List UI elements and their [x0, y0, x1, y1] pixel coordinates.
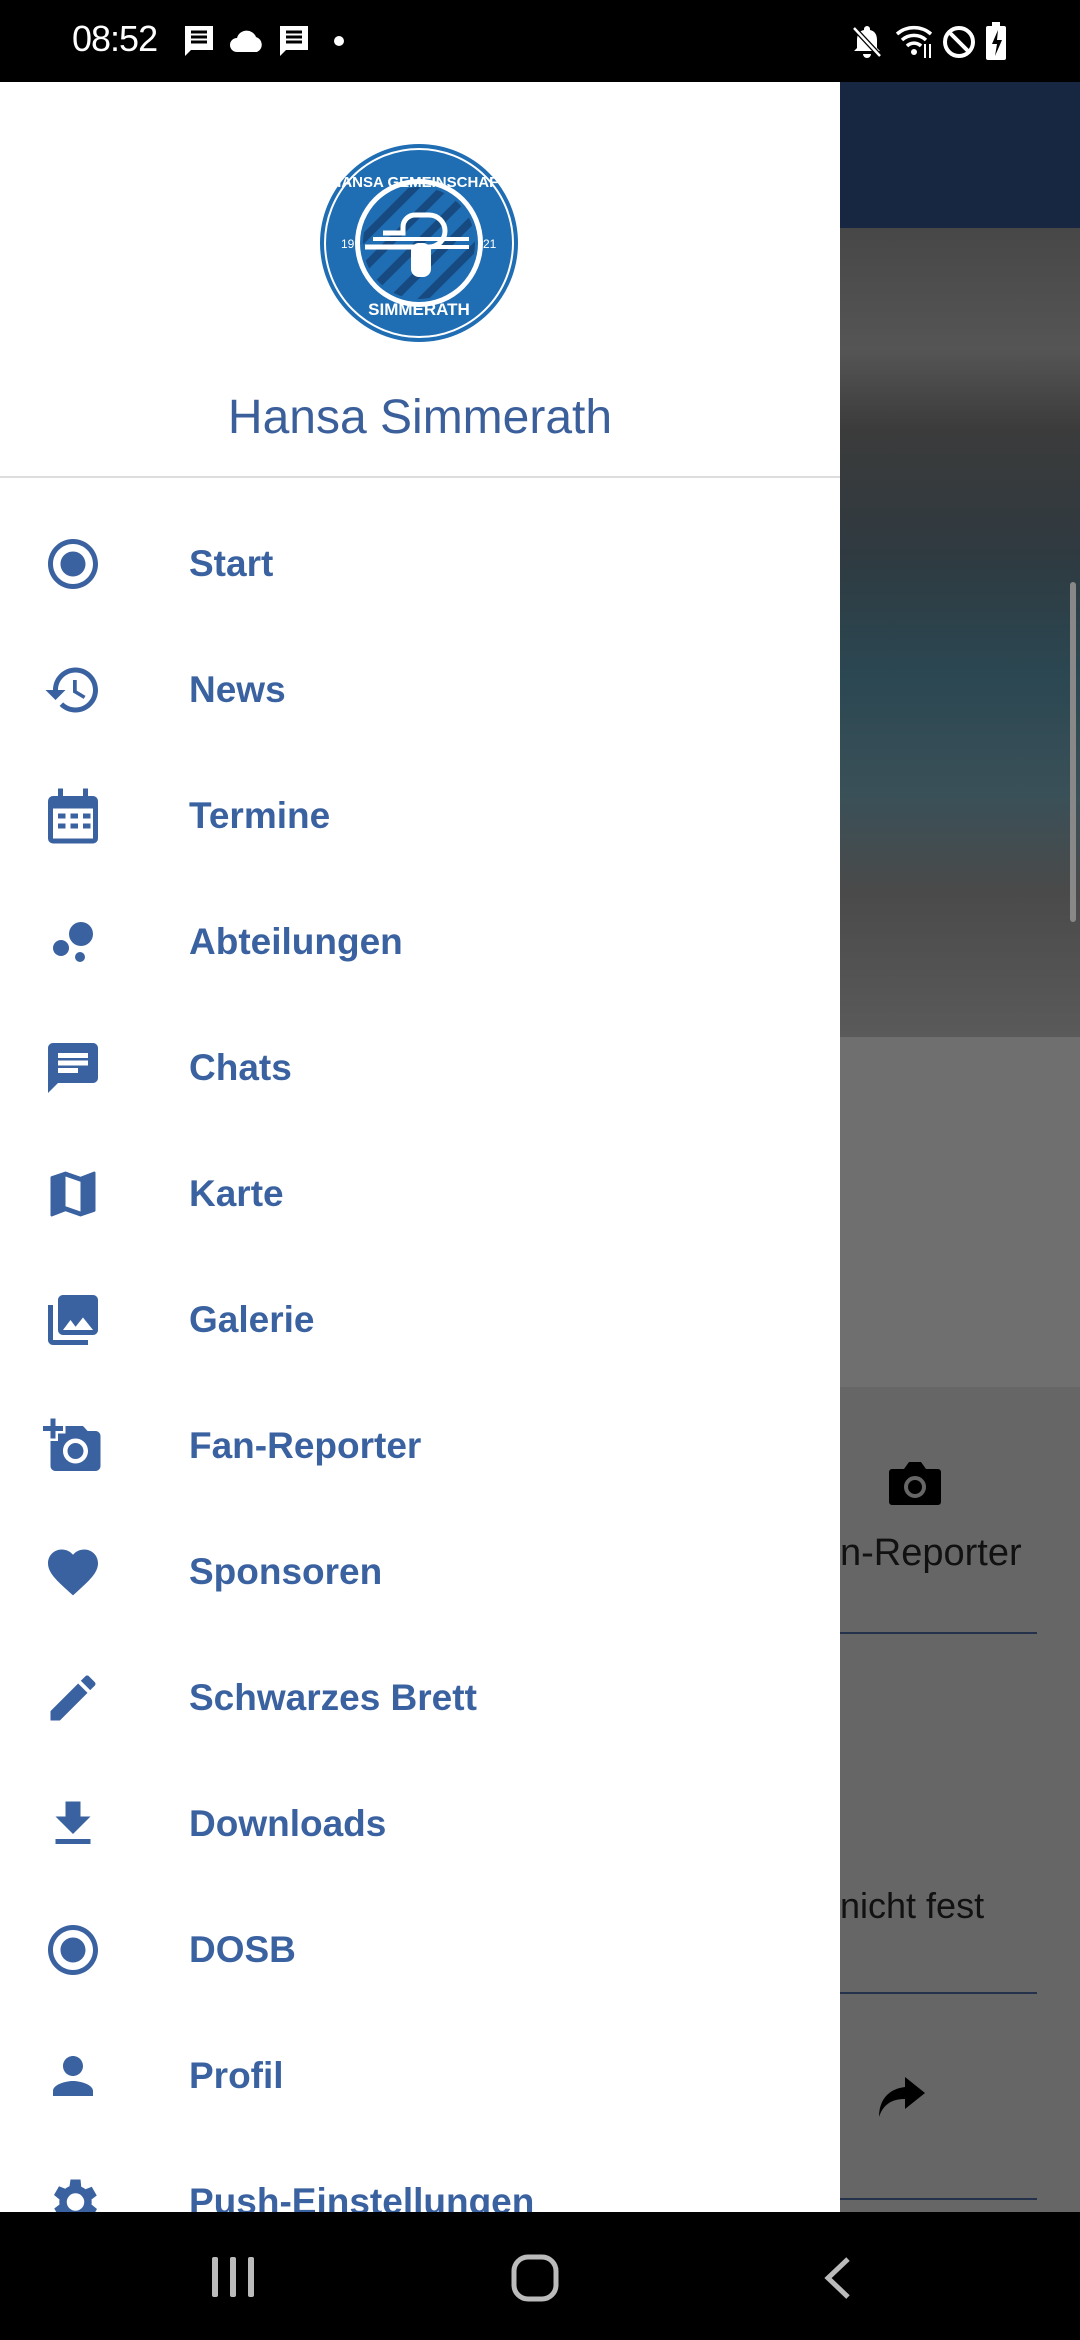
cloud-icon	[230, 30, 262, 52]
menu-item-galerie[interactable]: Galerie	[0, 1257, 840, 1383]
svg-text:21: 21	[483, 237, 497, 251]
share-icon[interactable]	[875, 2077, 925, 2117]
menu-item-label: Chats	[189, 1047, 292, 1088]
back-icon[interactable]	[822, 2256, 852, 2300]
menu-item-sponsoren[interactable]: Sponsoren	[0, 1509, 840, 1635]
radio-checked-icon	[48, 539, 98, 589]
app-header	[840, 82, 1080, 228]
chat-icon	[48, 1043, 98, 1093]
menu-item-label: Abteilungen	[189, 921, 403, 962]
menu-item-label: Schwarzes Brett	[189, 1677, 477, 1718]
message-icon	[185, 26, 213, 56]
wifi-icon	[895, 26, 933, 58]
home-icon[interactable]	[511, 2254, 559, 2302]
drawer-title: Hansa Simmerath	[227, 391, 613, 444]
svg-text:SIMMERATH: SIMMERATH	[368, 300, 470, 319]
heart-icon	[48, 1549, 98, 1596]
bubble-chart-icon	[53, 922, 93, 962]
fan-reporter-button-label[interactable]: n-Reporter	[840, 1532, 1022, 1575]
gear-icon	[54, 2179, 97, 2212]
divider	[840, 2198, 1037, 2200]
divider	[840, 1632, 1037, 1634]
pencil-icon	[50, 1675, 96, 1721]
status-time: 08:52	[72, 18, 158, 59]
menu-item-dosb[interactable]: DOSB	[0, 1887, 840, 2013]
menu-item-label: Push-Einstellungen	[189, 2181, 535, 2212]
calendar-icon	[48, 788, 98, 844]
screen: 08:52 n-Reporter nicht fest HANSA GEMEIN…	[0, 0, 1080, 2340]
menu-item-label: Galerie	[189, 1299, 315, 1340]
underlying-page: n-Reporter nicht fest	[840, 82, 1080, 2212]
add-photo-icon	[43, 1418, 101, 1471]
menu-item-label: Termine	[189, 795, 331, 836]
menu-item-label: Profil	[189, 2055, 284, 2096]
mute-icon	[852, 26, 882, 58]
menu-item-fan-reporter[interactable]: Fan-Reporter	[0, 1383, 840, 1509]
menu-item-label: Karte	[189, 1173, 284, 1214]
photo-library-icon	[48, 1295, 98, 1345]
radio-checked-icon	[48, 1925, 98, 1975]
do-not-disturb-icon	[943, 26, 975, 58]
menu-item-termine[interactable]: Termine	[0, 753, 840, 879]
scrollbar[interactable]	[1070, 582, 1076, 922]
info-text: nicht fest	[840, 1885, 985, 1926]
camera-icon	[889, 1462, 941, 1505]
system-nav-bar	[0, 2212, 1080, 2340]
content-area	[840, 1037, 1080, 1387]
menu-item-chats[interactable]: Chats	[0, 1005, 840, 1131]
menu-item-label: Downloads	[189, 1803, 387, 1844]
club-logo: HANSA GEMEINSCHAFT SIMMERATH 19 21	[320, 144, 518, 342]
divider	[840, 1992, 1037, 1994]
svg-text:HANSA GEMEINSCHAFT: HANSA GEMEINSCHAFT	[331, 174, 508, 191]
menu-item-profil[interactable]: Profil	[0, 2013, 840, 2139]
battery-charging-icon	[986, 22, 1006, 60]
message-icon	[280, 26, 308, 56]
menu-item-start[interactable]: Start	[0, 501, 840, 627]
divider	[0, 476, 840, 478]
recents-icon[interactable]	[210, 2257, 256, 2297]
menu-item-karte[interactable]: Karte	[0, 1131, 840, 1257]
menu-item-abteilungen[interactable]: Abteilungen	[0, 879, 840, 1005]
menu-item-downloads[interactable]: Downloads	[0, 1761, 840, 1887]
menu-item-schwarzes-brett[interactable]: Schwarzes Brett	[0, 1635, 840, 1761]
menu-item-push-einstellungen[interactable]: Push-Einstellungen	[0, 2139, 840, 2212]
dot-icon	[334, 36, 344, 46]
menu-item-label: DOSB	[189, 1929, 296, 1970]
svg-text:19: 19	[341, 237, 355, 251]
download-icon	[55, 1801, 91, 1844]
menu-item-news[interactable]: News	[0, 627, 840, 753]
menu-item-label: Fan-Reporter	[189, 1425, 422, 1466]
person-icon	[53, 2056, 93, 2096]
navigation-drawer: HANSA GEMEINSCHAFT SIMMERATH 19 21 Hansa…	[0, 82, 840, 2212]
header-image	[840, 228, 1080, 1037]
menu-item-label: Sponsoren	[189, 1551, 383, 1592]
map-icon	[50, 1171, 96, 1217]
history-icon	[45, 667, 98, 713]
menu-item-label: Start	[189, 543, 274, 584]
status-bar: 08:52	[0, 0, 1080, 82]
menu-item-label: News	[189, 669, 286, 710]
